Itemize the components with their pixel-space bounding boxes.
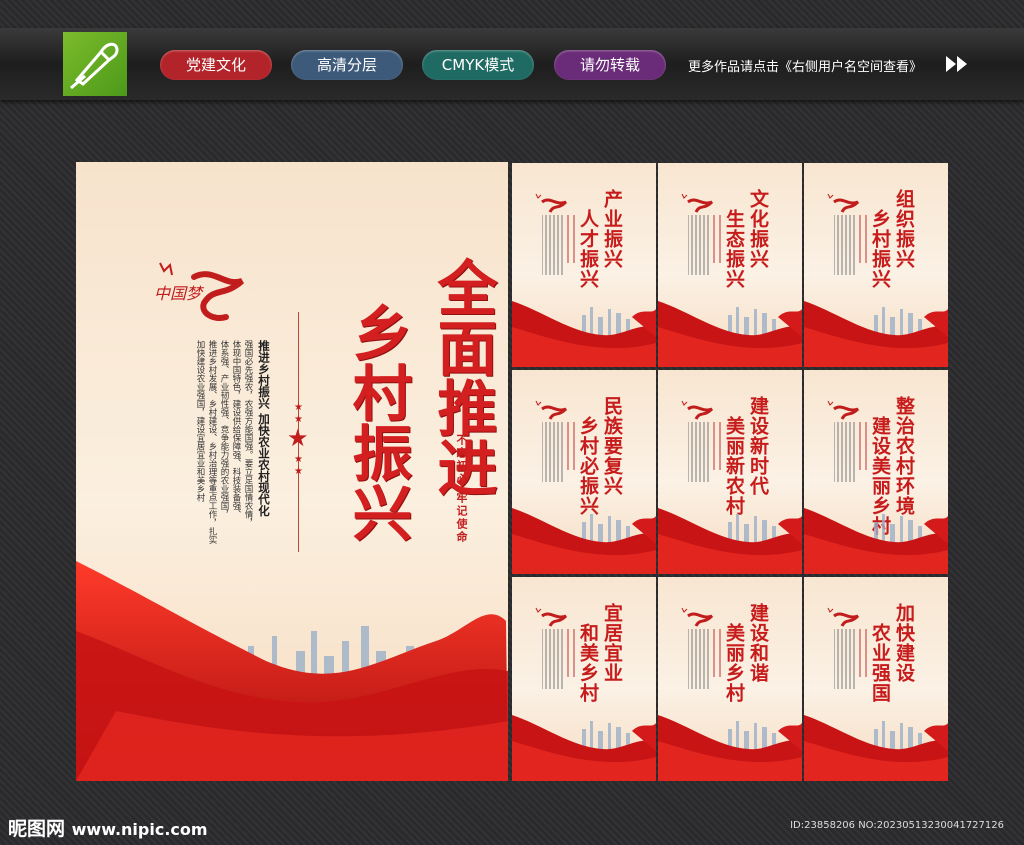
- tag-party-culture[interactable]: 党建文化: [160, 50, 272, 80]
- small-poster: ★ 文化振兴生态振兴: [658, 163, 802, 367]
- mini-red-silk: [658, 301, 802, 367]
- site-url: www.nipic.com: [71, 820, 208, 839]
- small-title-col-2: 和美乡村: [577, 623, 599, 703]
- tag-hd-layers[interactable]: 高清分层: [291, 50, 403, 80]
- mini-dream-logo: [535, 400, 568, 420]
- mini-red-silk: [658, 715, 802, 781]
- svg-text:★: ★: [711, 698, 718, 699]
- svg-text:★: ★: [294, 454, 303, 465]
- china-dream-logo: 中国梦: [154, 262, 244, 321]
- svg-text:★: ★: [287, 424, 309, 452]
- small-title-col-2: 乡村振兴: [869, 209, 891, 289]
- svg-text:★: ★: [294, 466, 303, 477]
- svg-text:★: ★: [711, 284, 718, 285]
- small-title-col-1: 产业振兴: [601, 189, 623, 269]
- small-title-col-1: 宜居宜业: [601, 603, 623, 683]
- small-poster: ★ 加快建设农业强国: [804, 577, 948, 781]
- pen-logo-icon: [70, 42, 119, 90]
- intro-paragraph: 强国必先强农，农强方能国强。要立足国情农情， 体现中国特色，建设供给保障强、科技…: [195, 340, 253, 544]
- tag-cmyk[interactable]: CMYK模式: [422, 50, 534, 80]
- more-works-link[interactable]: 更多作品请点击《右侧用户名空间查看》: [688, 56, 922, 75]
- small-title-col-1: 建设和谐: [747, 603, 769, 683]
- svg-text:★: ★: [711, 491, 718, 492]
- small-title-col-2: 美丽乡村: [723, 623, 745, 703]
- logo-text: 中国梦: [154, 284, 205, 303]
- small-title-col-1: 加快建设: [893, 603, 915, 683]
- mini-dream-logo: [827, 400, 860, 420]
- svg-text:★: ★: [857, 491, 864, 492]
- small-title-col-1: 文化振兴: [747, 189, 769, 269]
- mini-dream-logo: [681, 400, 714, 420]
- mini-red-silk: [804, 715, 948, 781]
- site-name: 昵图网: [8, 818, 66, 840]
- mini-red-silk: [512, 301, 656, 367]
- small-poster: ★ 宜居宜业和美乡村: [512, 577, 656, 781]
- small-title-col-2: 人才振兴: [577, 209, 599, 289]
- small-poster: ★建设新时代美丽新农村: [658, 370, 802, 574]
- svg-text:★: ★: [857, 284, 864, 285]
- svg-text:★: ★: [565, 491, 572, 492]
- mini-red-silk: [658, 508, 802, 574]
- small-poster: ★整治农村环境建设美丽乡村: [804, 370, 948, 574]
- small-title-col-1: 民族要复兴: [601, 396, 623, 496]
- small-title-col-2: 农业强国: [869, 623, 891, 703]
- site-logo[interactable]: [63, 32, 127, 96]
- mini-dream-logo: [681, 607, 714, 627]
- double-arrow-icon[interactable]: [944, 54, 972, 74]
- svg-text:★: ★: [565, 698, 572, 699]
- mini-red-silk: [512, 715, 656, 781]
- red-silk-skyline: [76, 561, 508, 781]
- main-poster: 中国梦 强国必先强农，农强方能国强。要立足国情农情， 体现中国特色，建设供给保障…: [76, 162, 508, 781]
- mini-dream-logo: [827, 607, 860, 627]
- svg-text:★: ★: [294, 402, 303, 413]
- small-poster: ★ 组织振兴乡村振兴: [804, 163, 948, 367]
- small-title-col-2: 生态振兴: [723, 209, 745, 289]
- mini-red-silk: [512, 508, 656, 574]
- main-title-col-2: 乡村振兴: [342, 302, 412, 542]
- small-title-col-1: 建设新时代: [747, 396, 769, 496]
- small-poster: ★ 建设和谐美丽乡村: [658, 577, 802, 781]
- mini-dream-logo: [535, 607, 568, 627]
- svg-text:★: ★: [565, 284, 572, 285]
- svg-text:★: ★: [857, 698, 864, 699]
- mini-dream-logo: [681, 193, 714, 213]
- small-title-col-1: 组织振兴: [893, 189, 915, 269]
- mini-red-silk: [804, 508, 948, 574]
- mini-dream-logo: [827, 193, 860, 213]
- footer-site[interactable]: 昵图网 www.nipic.com: [8, 814, 208, 841]
- mini-red-silk: [804, 301, 948, 367]
- stars-icon: ★ ★ ★ ★ ★: [287, 402, 309, 477]
- remember-mission-text: 不忘初心 牢记使命: [455, 434, 468, 544]
- mini-dream-logo: [535, 193, 568, 213]
- small-poster: ★ 产业振兴人才振兴: [512, 163, 656, 367]
- slogan: 推进乡村振兴 加快农业农村现代化: [257, 340, 271, 517]
- small-poster: ★民族要复兴乡村必振兴: [512, 370, 656, 574]
- image-id: ID:23858206 NO:20230513230041727126: [790, 820, 1004, 831]
- tag-no-repost[interactable]: 请勿转载: [554, 50, 666, 80]
